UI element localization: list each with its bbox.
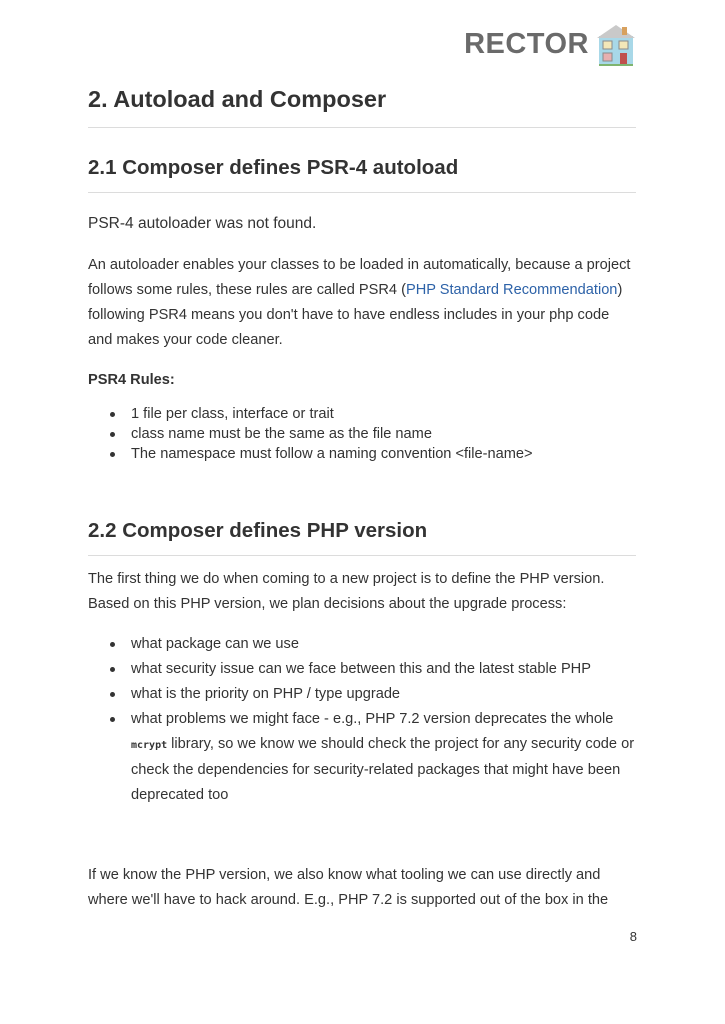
house-icon — [597, 25, 635, 66]
section-title-php-version: 2.2 Composer defines PHP version — [88, 519, 428, 542]
section-divider — [88, 192, 636, 193]
psr-link[interactable]: PHP Standard Recommendation — [406, 282, 617, 298]
list-item: what problems we might face - e.g., PHP … — [88, 707, 636, 808]
list-item: what is the priority on PHP / type upgra… — [88, 682, 636, 707]
rules-label: PSR4 Rules: — [88, 372, 175, 388]
psr4-intro: PSR-4 autoloader was not found. — [88, 215, 317, 232]
list-item: The namespace must follow a naming conve… — [88, 444, 636, 464]
upgrade-decisions-list: what package can we use what security is… — [88, 632, 636, 808]
psr4-rules-list: 1 file per class, interface or trait cla… — [88, 404, 636, 464]
page-number: 8 — [629, 929, 637, 944]
closing-paragraph: If we know the PHP version, we also know… — [88, 867, 609, 908]
chapter-title: 2. Autoload and Composer — [88, 86, 387, 112]
rector-logo: RECTOR — [464, 22, 637, 66]
list-item: class name must be the same as the file … — [88, 424, 636, 444]
list-item-text: what problems we might face - e.g., PHP … — [131, 711, 614, 727]
list-item: 1 file per class, interface or trait — [88, 404, 636, 424]
list-item-text: library, so we know we should check the … — [131, 736, 635, 803]
section-divider — [88, 555, 636, 556]
title-divider — [88, 127, 636, 128]
code-snippet: mcrypt — [131, 740, 168, 751]
list-item: what security issue can we face between … — [88, 657, 636, 682]
logo-text: RECTOR — [464, 27, 589, 60]
php-version-paragraph: The first thing we do when coming to a n… — [88, 571, 605, 612]
list-item: what package can we use — [88, 632, 636, 657]
autoloader-paragraph: An autoloader enables your classes to be… — [88, 253, 636, 353]
section-title-psr4: 2.1 Composer defines PSR-4 autoload — [88, 156, 459, 179]
